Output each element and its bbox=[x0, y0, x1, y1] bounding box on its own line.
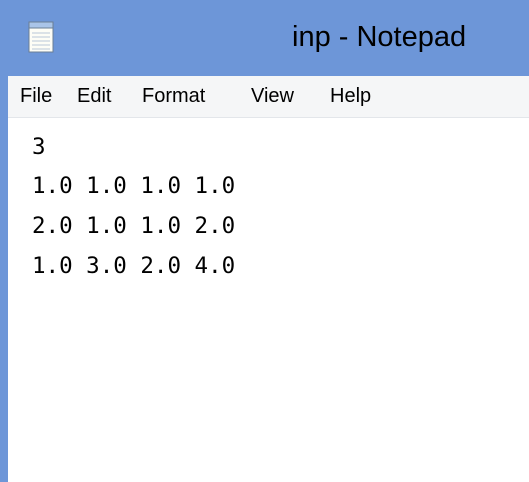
title-bar[interactable]: inp - Notepad bbox=[0, 0, 529, 76]
window-title: inp - Notepad bbox=[292, 21, 467, 53]
text-line-3: 2.0 1.0 1.0 2.0 bbox=[32, 213, 236, 239]
text-line-2: 1.0 1.0 1.0 1.0 bbox=[32, 173, 236, 199]
notepad-icon[interactable] bbox=[28, 19, 54, 53]
notepad-window: inp - Notepad File Edit Format View Help… bbox=[0, 0, 529, 482]
menu-edit[interactable]: Edit bbox=[77, 76, 111, 117]
menu-view[interactable]: View bbox=[251, 76, 294, 117]
menu-file[interactable]: File bbox=[20, 76, 52, 117]
text-line-1: 3 bbox=[32, 134, 46, 160]
text-line-4: 1.0 3.0 2.0 4.0 bbox=[32, 253, 236, 279]
menu-format[interactable]: Format bbox=[142, 76, 205, 117]
menu-help[interactable]: Help bbox=[330, 76, 371, 117]
text-editor-area[interactable]: 3 1.0 1.0 1.0 1.0 2.0 1.0 1.0 2.0 1.0 3.… bbox=[8, 118, 529, 482]
window-frame-left bbox=[0, 0, 8, 482]
menu-bar: File Edit Format View Help bbox=[8, 76, 529, 118]
